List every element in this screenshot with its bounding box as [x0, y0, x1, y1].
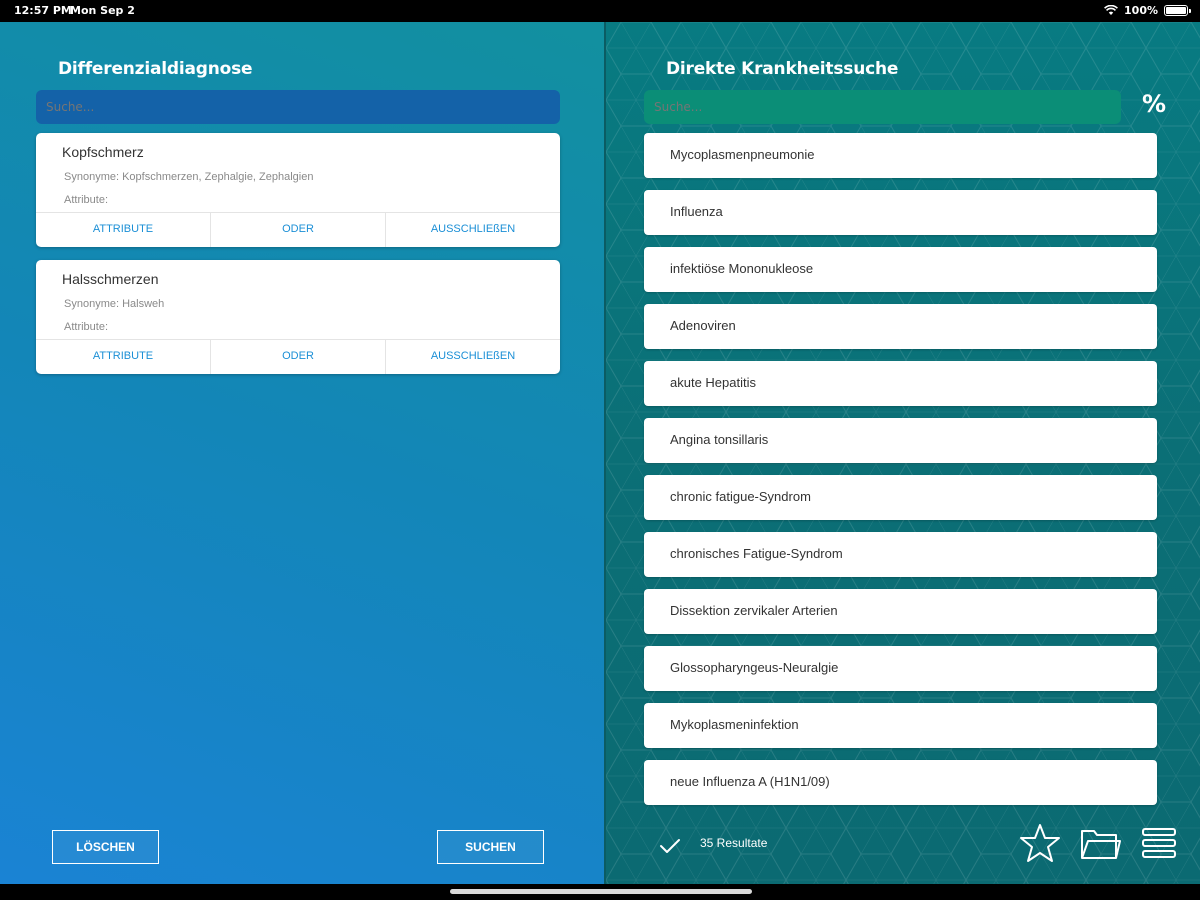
- result-item[interactable]: akute Hepatitis: [644, 361, 1157, 406]
- ipad-screen: 12:57 PM Mon Sep 2 100% Differenzialdiag…: [0, 0, 1200, 900]
- status-time: 12:57 PM: [14, 4, 72, 17]
- symptom-attributes: Attribute:: [64, 321, 109, 333]
- status-right: 100%: [1104, 4, 1191, 17]
- status-date: Mon Sep 2: [70, 4, 135, 17]
- result-item[interactable]: Mycoplasmenpneumonie: [644, 133, 1157, 178]
- result-item[interactable]: Glossopharyngeus-Neuralgie: [644, 646, 1157, 691]
- result-item[interactable]: neue Influenza A (H1N1/09): [644, 760, 1157, 805]
- disease-search-title: Direkte Krankheitssuche: [666, 59, 899, 79]
- result-label: Adenoviren: [670, 318, 736, 333]
- attribute-button[interactable]: ATTRIBUTE: [36, 213, 211, 247]
- result-item[interactable]: Dissektion zervikaler Arterien: [644, 589, 1157, 634]
- result-label: Glossopharyngeus-Neuralgie: [670, 660, 839, 675]
- symptom-actions: ATTRIBUTE ODER AUSSCHLIEßEN: [36, 339, 560, 374]
- result-item[interactable]: infektiöse Mononukleose: [644, 247, 1157, 292]
- symptom-synonyms: Synonyme: Halsweh: [64, 298, 165, 310]
- results-count: 35 Resultate: [700, 836, 768, 850]
- result-label: Angina tonsillaris: [670, 432, 769, 447]
- result-label: infektiöse Mononukleose: [670, 261, 814, 276]
- status-bar: 12:57 PM Mon Sep 2 100%: [0, 0, 1200, 22]
- symptom-name: Kopfschmerz: [62, 144, 144, 160]
- search-button[interactable]: SUCHEN: [437, 830, 544, 864]
- result-label: Mykoplasmeninfektion: [670, 717, 799, 732]
- ausschliessen-button[interactable]: AUSSCHLIEßEN: [386, 340, 560, 374]
- result-label: chronisches Fatigue-Syndrom: [670, 546, 843, 561]
- star-icon[interactable]: [1019, 822, 1061, 864]
- battery-icon: [1164, 5, 1191, 16]
- result-item[interactable]: chronic fatigue-Syndrom: [644, 475, 1157, 520]
- menu-icon[interactable]: [1139, 822, 1181, 864]
- result-label: Mycoplasmenpneumonie: [670, 147, 815, 162]
- symptom-attributes: Attribute:: [64, 194, 109, 206]
- result-item[interactable]: Influenza: [644, 190, 1157, 235]
- percent-button[interactable]: %: [1142, 90, 1166, 118]
- page-title: Differenzialdiagnose: [58, 59, 253, 79]
- wifi-icon: [1104, 5, 1118, 15]
- differential-diagnosis-pane: Differenzialdiagnose Kopfschmerz Synonym…: [0, 22, 606, 884]
- result-label: neue Influenza A (H1N1/09): [670, 774, 830, 789]
- disease-search-pane: Direkte Krankheitssuche % Mycoplasmenpne…: [606, 22, 1200, 884]
- symptom-actions: ATTRIBUTE ODER AUSSCHLIEßEN: [36, 212, 560, 247]
- ausschliessen-button[interactable]: AUSSCHLIEßEN: [386, 213, 560, 247]
- oder-button[interactable]: ODER: [211, 340, 386, 374]
- attribute-button[interactable]: ATTRIBUTE: [36, 340, 211, 374]
- result-item[interactable]: chronisches Fatigue-Syndrom: [644, 532, 1157, 577]
- results-toolbar: 35 Resultate: [606, 812, 1200, 872]
- result-label: akute Hepatitis: [670, 375, 756, 390]
- battery-percent: 100%: [1124, 4, 1158, 17]
- result-label: Influenza: [670, 204, 723, 219]
- result-item[interactable]: Angina tonsillaris: [644, 418, 1157, 463]
- symptom-search-input[interactable]: [36, 90, 560, 124]
- disease-search-input[interactable]: [644, 90, 1121, 124]
- symptom-card-kopfschmerz: Kopfschmerz Synonyme: Kopfschmerzen, Zep…: [36, 133, 560, 247]
- clear-button[interactable]: LÖSCHEN: [52, 830, 159, 864]
- result-label: chronic fatigue-Syndrom: [670, 489, 811, 504]
- oder-button[interactable]: ODER: [211, 213, 386, 247]
- folder-icon[interactable]: [1079, 822, 1121, 864]
- result-item[interactable]: Mykoplasmeninfektion: [644, 703, 1157, 748]
- symptom-synonyms: Synonyme: Kopfschmerzen, Zephalgie, Zeph…: [64, 171, 314, 183]
- symptom-name: Halsschmerzen: [62, 271, 159, 287]
- symptom-card-halsschmerzen: Halsschmerzen Synonyme: Halsweh Attribut…: [36, 260, 560, 374]
- check-icon: [660, 839, 680, 853]
- home-indicator[interactable]: [450, 889, 752, 894]
- result-item[interactable]: Adenoviren: [644, 304, 1157, 349]
- result-label: Dissektion zervikaler Arterien: [670, 603, 838, 618]
